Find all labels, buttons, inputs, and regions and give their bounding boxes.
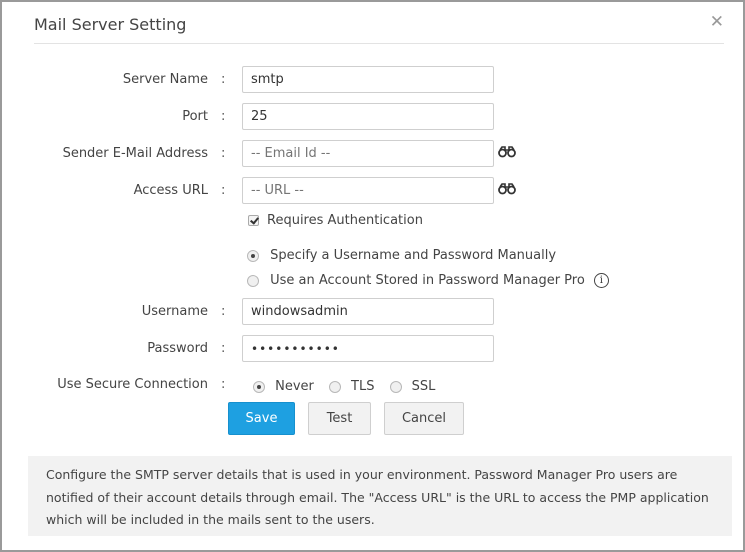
server-name-input[interactable] <box>242 66 494 93</box>
username-row: Username : <box>2 298 745 326</box>
auth-option-manual[interactable]: Specify a Username and Password Manually <box>247 245 556 264</box>
port-input[interactable] <box>242 103 494 130</box>
sender-email-label: Sender E-Mail Address <box>62 146 208 161</box>
secure-option-tls[interactable]: TLS <box>328 376 380 395</box>
colon: : <box>221 341 226 356</box>
secure-option-ssl[interactable]: SSL <box>389 376 435 395</box>
save-button[interactable]: Save <box>228 402 295 435</box>
secure-option-never[interactable]: Never <box>253 376 319 395</box>
access-url-label: Access URL <box>133 183 208 198</box>
cancel-button[interactable]: Cancel <box>384 402 464 435</box>
port-label: Port <box>182 109 208 124</box>
test-button[interactable]: Test <box>308 402 371 435</box>
radio-button[interactable] <box>253 380 265 393</box>
radio-button[interactable] <box>328 380 341 393</box>
access-url-input[interactable] <box>242 177 494 204</box>
auth-option-manual-label: Specify a Username and Password Manually <box>270 248 557 263</box>
access-url-row: Access URL : <box>2 177 745 205</box>
dialog-title: Mail Server Setting <box>34 15 187 34</box>
dialog-header: Mail Server Setting ✕ <box>34 2 724 44</box>
info-note: Configure the SMTP server details that i… <box>28 456 732 536</box>
requires-auth-label: Requires Authentication <box>267 213 423 228</box>
auth-option-pmp-account[interactable]: Use an Account Stored in Password Manage… <box>247 270 609 289</box>
secure-connection-row: Use Secure Connection : Never TLS SSL <box>2 371 745 399</box>
password-input[interactable] <box>242 335 494 362</box>
colon: : <box>221 183 226 198</box>
info-icon[interactable]: i <box>593 273 609 288</box>
secure-connection-label: Use Secure Connection <box>57 377 208 392</box>
binoculars-icon[interactable] <box>498 146 516 158</box>
password-label: Password <box>147 341 208 356</box>
colon: : <box>221 146 226 161</box>
colon: : <box>221 109 226 124</box>
colon: : <box>221 304 226 319</box>
server-name-label: Server Name <box>122 72 208 87</box>
requires-auth-checkbox-row[interactable]: Requires Authentication <box>248 213 448 231</box>
requires-auth-checkbox[interactable] <box>248 215 259 226</box>
radio-button[interactable] <box>247 249 259 262</box>
close-icon[interactable]: ✕ <box>710 14 724 31</box>
password-row: Password : <box>2 335 745 363</box>
binoculars-icon[interactable] <box>498 183 516 195</box>
radio-button[interactable] <box>247 274 259 287</box>
secure-connection-options: Never TLS SSL <box>253 376 435 395</box>
mail-server-setting-dialog: Mail Server Setting ✕ Server Name : Port… <box>0 0 745 552</box>
colon: : <box>221 377 226 392</box>
username-input[interactable] <box>242 298 494 325</box>
port-row: Port : <box>2 103 745 131</box>
server-name-row: Server Name : <box>2 66 745 94</box>
sender-email-input[interactable] <box>242 140 494 167</box>
sender-email-row: Sender E-Mail Address : <box>2 140 745 168</box>
username-label: Username <box>141 304 208 319</box>
colon: : <box>221 72 226 87</box>
auth-option-pmp-label: Use an Account Stored in Password Manage… <box>270 273 585 288</box>
radio-button[interactable] <box>389 380 402 393</box>
